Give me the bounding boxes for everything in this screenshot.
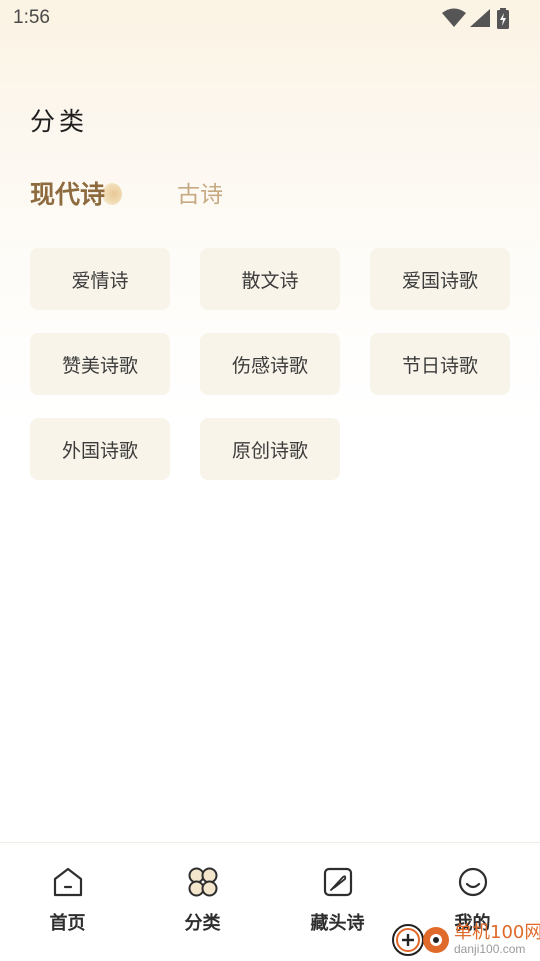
watermark-logo-icon: [392, 924, 449, 956]
category-festival-poems[interactable]: 节日诗歌: [370, 333, 510, 395]
category-sad-poems[interactable]: 伤感诗歌: [200, 333, 340, 395]
watermark-brand: 单机100网: [454, 922, 540, 943]
page-title: 分类: [30, 107, 89, 136]
nav-item-acrostic[interactable]: 藏头诗: [270, 843, 405, 943]
category-original-poems[interactable]: 原创诗歌: [200, 418, 340, 480]
watermark-logo: 单机100网 danji100.com: [390, 916, 540, 960]
nav-label-category: 分类: [184, 913, 221, 934]
signal-icon: [470, 9, 490, 27]
battery-icon: [497, 8, 509, 29]
wifi-icon: [442, 8, 466, 27]
category-praise-poems[interactable]: 赞美诗歌: [30, 333, 170, 395]
status-bar: 1:56: [0, 0, 540, 38]
category-foreign-poems[interactable]: 外国诗歌: [30, 418, 170, 480]
smiley-icon: [458, 867, 487, 897]
category-love-poems[interactable]: 爱情诗: [30, 248, 170, 310]
nav-label-home: 首页: [49, 913, 86, 934]
feather-icon: [323, 867, 352, 897]
watermark-url: danji100.com: [454, 942, 526, 956]
category-icon: [188, 867, 217, 897]
nav-item-category[interactable]: 分类: [135, 843, 270, 943]
category-prose-poems[interactable]: 散文诗: [200, 248, 340, 310]
nav-label-acrostic: 藏头诗: [310, 913, 365, 934]
status-time: 1:56: [13, 7, 50, 28]
tab-classical-poetry[interactable]: 古诗: [177, 175, 223, 209]
tab-modern-poetry[interactable]: 现代诗: [30, 175, 105, 211]
home-icon: [53, 867, 82, 897]
nav-item-home[interactable]: 首页: [0, 843, 135, 943]
category-patriotic-poems[interactable]: 爱国诗歌: [370, 248, 510, 310]
